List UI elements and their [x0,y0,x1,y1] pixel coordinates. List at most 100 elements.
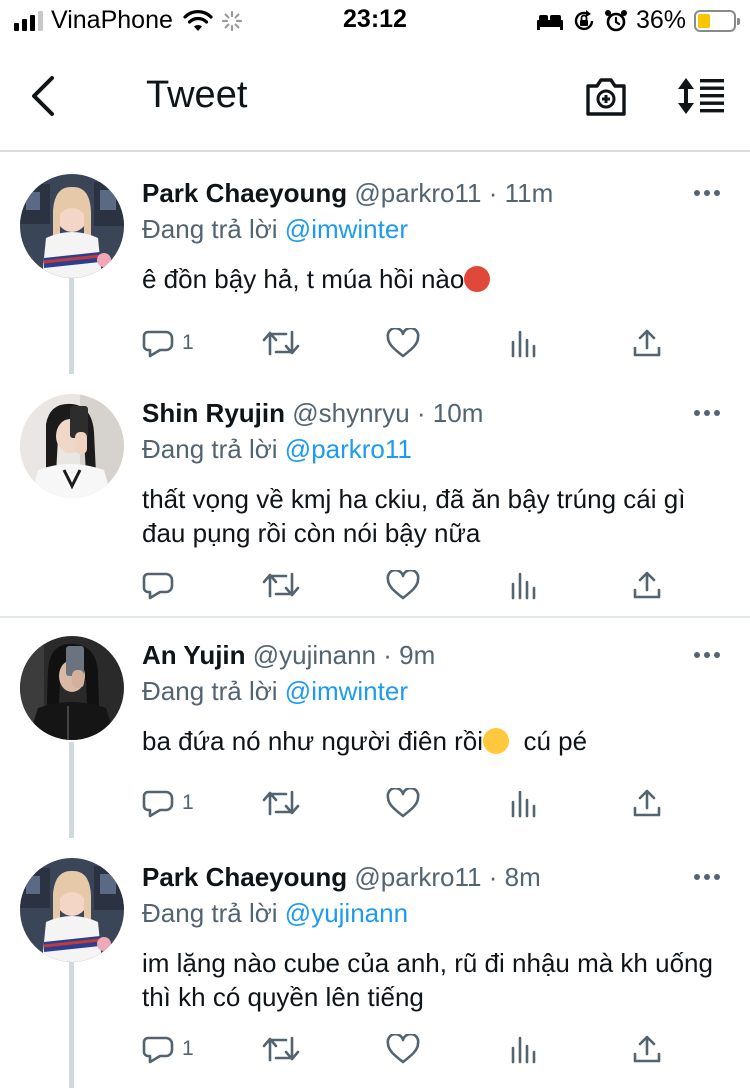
tweet-text: thất vọng về kmj ha ckiu, đã ăn bậy trún… [142,484,686,548]
mention-link[interactable]: @imwinter [285,676,408,706]
reply-count: 1 [182,791,194,814]
reply-feed: Park Chaeyoung @parkro11 · 11m Đang trả … [0,154,750,1088]
tweet-actions: 1 [142,328,682,368]
more-options-button[interactable] [694,874,720,880]
more-options-button[interactable] [694,410,720,416]
retweet-button[interactable] [262,570,300,600]
retweet-button[interactable] [262,328,300,358]
bed-icon [536,14,563,30]
stats-button[interactable] [510,788,538,818]
tweet-text: ê đồn bậy hả, t múa hồi nào [142,262,724,296]
mention-link[interactable]: @yujinann [285,898,408,928]
thread-line [69,742,74,838]
avatar[interactable] [20,394,124,498]
tweet-actions [142,570,682,610]
share-button[interactable] [632,328,662,358]
share-button[interactable] [632,1034,662,1064]
share-icon [633,571,661,599]
share-button[interactable] [632,570,662,600]
like-button[interactable] [386,570,420,600]
replying-to: Đang trả lời @imwinter [142,674,724,708]
retweet-icon [262,572,300,598]
thread-line [69,962,74,1088]
tweet-text-content: ê đồn bậy hả, t múa hồi nào [142,264,465,294]
like-icon [386,1034,420,1064]
like-icon [386,788,420,818]
battery-icon [694,9,740,32]
stats-icon [511,572,536,600]
mention-link[interactable]: @imwinter [285,214,408,244]
stats-button[interactable] [510,570,538,600]
rotation-lock-icon [574,9,594,30]
retweet-icon [262,790,300,816]
username[interactable]: @parkro11 [354,862,481,892]
like-icon [386,328,420,358]
timestamp: · 8m [488,862,541,892]
tweet-text: im lặng nào cube của anh, rũ đi nhậu mà … [142,948,713,1012]
username[interactable]: @parkro11 [354,178,481,208]
tweet[interactable]: An Yujin @yujinann · 9m Đang trả lời @im… [0,618,750,838]
reply-icon [142,330,174,358]
reply-button[interactable] [142,570,182,600]
stats-button[interactable] [510,328,538,358]
alarm-icon [604,9,627,31]
tweet-body: An Yujin @yujinann · 9m Đang trả lời @im… [142,638,724,758]
tweet-header: Park Chaeyoung @parkro11 · 8m [142,860,724,894]
like-button[interactable] [386,788,420,818]
avatar[interactable] [20,858,124,962]
mention-link[interactable]: @parkro11 [285,434,412,464]
like-icon [386,570,420,600]
battery-percentage: 36% [635,6,686,34]
display-name[interactable]: Park Chaeyoung [142,862,347,892]
retweet-button[interactable] [262,788,300,818]
camera-add-icon[interactable] [584,76,628,118]
avatar[interactable] [20,636,124,740]
like-button[interactable] [386,1034,420,1064]
header: Tweet [0,40,750,152]
stats-button[interactable] [510,1034,538,1064]
tweet-header: An Yujin @yujinann · 9m [142,638,724,672]
avatar[interactable] [20,174,124,278]
reply-button[interactable]: 1 [142,328,194,358]
username[interactable]: @yujinann [253,640,376,670]
share-icon [633,1035,661,1063]
retweet-icon [262,1036,300,1062]
tweet[interactable]: Park Chaeyoung @parkro11 · 11m Đang trả … [0,154,750,374]
reply-prefix: Đang trả lời [142,898,278,928]
back-arrow-icon[interactable] [28,74,58,118]
username[interactable]: @shynryu [292,398,409,428]
replying-to: Đang trả lời @imwinter [142,212,724,246]
reply-count: 1 [182,1037,194,1060]
retweet-button[interactable] [262,1034,300,1064]
share-icon [633,329,661,357]
tweet-actions: 1 [142,788,682,828]
reply-prefix: Đang trả lời [142,434,278,464]
like-button[interactable] [386,328,420,358]
pensive-face-emoji [483,728,510,754]
more-options-button[interactable] [694,652,720,658]
reply-icon [142,572,174,600]
replying-to: Đang trả lời @yujinann [142,896,724,930]
tweet-text-before: ba đứa nó như người điên rồi [142,726,484,756]
stats-icon [511,790,536,818]
timestamp: · 11m [488,178,554,208]
tweet[interactable]: Park Chaeyoung @parkro11 · 8m Đang trả l… [0,838,750,1088]
retweet-icon [262,330,300,356]
tweet-body: Park Chaeyoung @parkro11 · 11m Đang trả … [142,176,724,296]
reply-prefix: Đang trả lời [142,676,278,706]
stats-icon [511,1036,536,1064]
reply-button[interactable]: 1 [142,1034,194,1064]
display-name[interactable]: Shin Ryujin [142,398,285,428]
thread-line [69,278,74,374]
display-name[interactable]: An Yujin [142,640,246,670]
reply-button[interactable]: 1 [142,788,194,818]
display-name[interactable]: Park Chaeyoung [142,178,347,208]
page-title: Tweet [146,74,248,116]
sort-icon[interactable] [676,76,726,116]
tweet[interactable]: Shin Ryujin @shynryu · 10m Đang trả lời … [0,374,750,618]
timestamp: · 10m [416,398,484,428]
replying-to: Đang trả lời @parkro11 [142,432,724,466]
share-button[interactable] [632,788,662,818]
more-options-button[interactable] [694,190,720,196]
tweet-body: Shin Ryujin @shynryu · 10m Đang trả lời … [142,396,724,550]
